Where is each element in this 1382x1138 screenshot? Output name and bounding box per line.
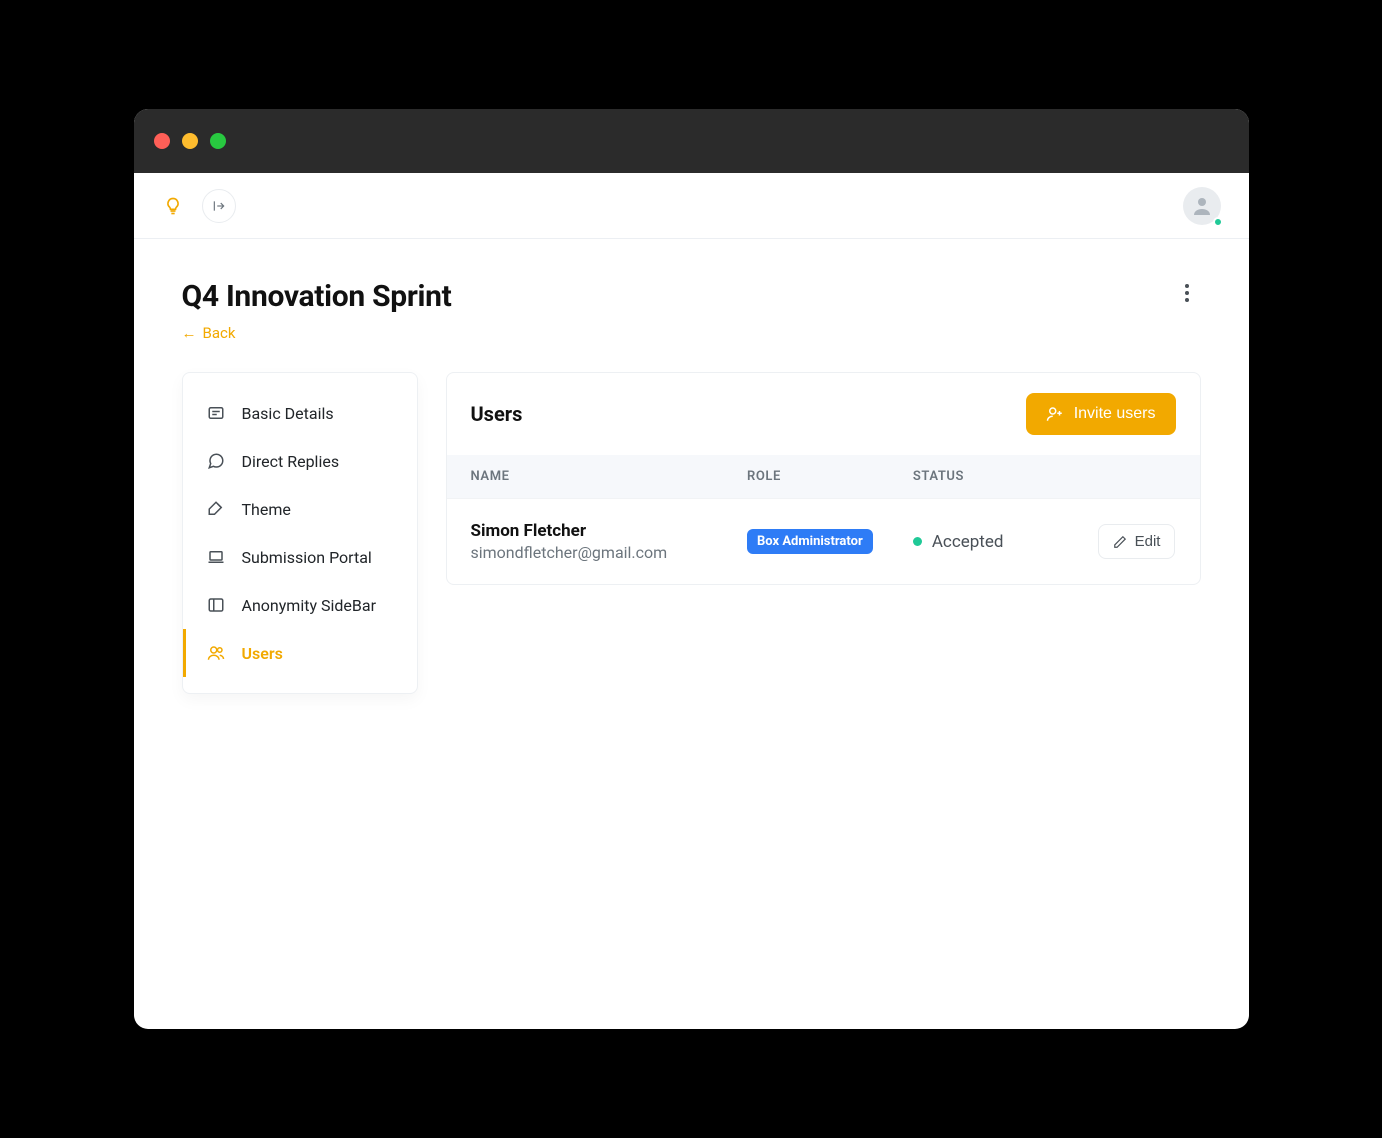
sidebar-item-anonymity-sidebar[interactable]: Anonymity SideBar: [183, 581, 417, 629]
table-row: Simon Fletcher simondfletcher@gmail.com …: [447, 498, 1200, 584]
more-options-button[interactable]: [1173, 279, 1201, 307]
back-label: Back: [203, 324, 236, 342]
role-cell: Box Administrator: [747, 529, 913, 554]
presence-indicator-icon: [1213, 217, 1223, 227]
column-role: ROLE: [747, 469, 913, 484]
user-cell: Simon Fletcher simondfletcher@gmail.com: [471, 521, 747, 562]
user-plus-icon: [1046, 405, 1064, 423]
edit-user-button[interactable]: Edit: [1098, 524, 1176, 559]
role-badge: Box Administrator: [747, 529, 873, 554]
top-appbar: [134, 173, 1249, 239]
users-panel: Users Invite users NAME ROLE STATUS Simo…: [446, 372, 1201, 585]
sidebar-item-label: Users: [242, 644, 283, 663]
user-email: simondfletcher@gmail.com: [471, 543, 747, 562]
users-icon: [206, 643, 226, 663]
status-cell: Accepted: [913, 532, 1079, 552]
panel-title: Users: [471, 402, 523, 426]
sidebar-icon: [206, 595, 226, 615]
sidebar-item-label: Theme: [242, 500, 291, 519]
settings-layout: Basic Details Direct Replies Theme Submi…: [182, 372, 1201, 694]
window-close-button[interactable]: [154, 133, 170, 149]
sidebar-item-direct-replies[interactable]: Direct Replies: [183, 437, 417, 485]
status-dot-icon: [913, 537, 922, 546]
page-title: Q4 Innovation Sprint: [182, 279, 452, 314]
window-minimize-button[interactable]: [182, 133, 198, 149]
column-status: STATUS: [913, 469, 1079, 484]
settings-sidebar: Basic Details Direct Replies Theme Submi…: [182, 372, 418, 694]
back-link[interactable]: ← Back: [182, 324, 236, 342]
sidebar-item-theme[interactable]: Theme: [183, 485, 417, 533]
users-table-header: NAME ROLE STATUS: [447, 455, 1200, 498]
laptop-icon: [206, 547, 226, 567]
expand-sidebar-button[interactable]: [202, 189, 236, 223]
window-titlebar: [134, 109, 1249, 173]
chat-icon: [206, 451, 226, 471]
palette-icon: [206, 499, 226, 519]
status-label: Accepted: [932, 532, 1004, 552]
user-name: Simon Fletcher: [471, 521, 747, 541]
sidebar-item-submission-portal[interactable]: Submission Portal: [183, 533, 417, 581]
sidebar-item-label: Direct Replies: [242, 452, 340, 471]
arrow-left-icon: ←: [182, 324, 197, 342]
panel-header: Users Invite users: [447, 373, 1200, 455]
page-header: Q4 Innovation Sprint ← Back: [182, 279, 1201, 342]
pencil-icon: [1113, 535, 1127, 549]
sidebar-item-label: Submission Portal: [242, 548, 372, 567]
app-window: Q4 Innovation Sprint ← Back Basic Detail…: [134, 109, 1249, 1029]
invite-button-label: Invite users: [1074, 405, 1156, 423]
column-actions: [1079, 469, 1176, 484]
invite-users-button[interactable]: Invite users: [1026, 393, 1176, 435]
sidebar-item-label: Basic Details: [242, 404, 334, 423]
column-name: NAME: [471, 469, 747, 484]
lightbulb-icon: [162, 195, 184, 217]
sidebar-item-label: Anonymity SideBar: [242, 596, 377, 615]
user-menu-button[interactable]: [1183, 187, 1221, 225]
sidebar-item-basic-details[interactable]: Basic Details: [183, 389, 417, 437]
expand-icon: [212, 199, 226, 213]
edit-button-label: Edit: [1135, 533, 1161, 550]
sidebar-item-users[interactable]: Users: [183, 629, 417, 677]
card-text-icon: [206, 403, 226, 423]
window-maximize-button[interactable]: [210, 133, 226, 149]
page-content: Q4 Innovation Sprint ← Back Basic Detail…: [134, 239, 1249, 1029]
kebab-icon: [1185, 284, 1189, 302]
